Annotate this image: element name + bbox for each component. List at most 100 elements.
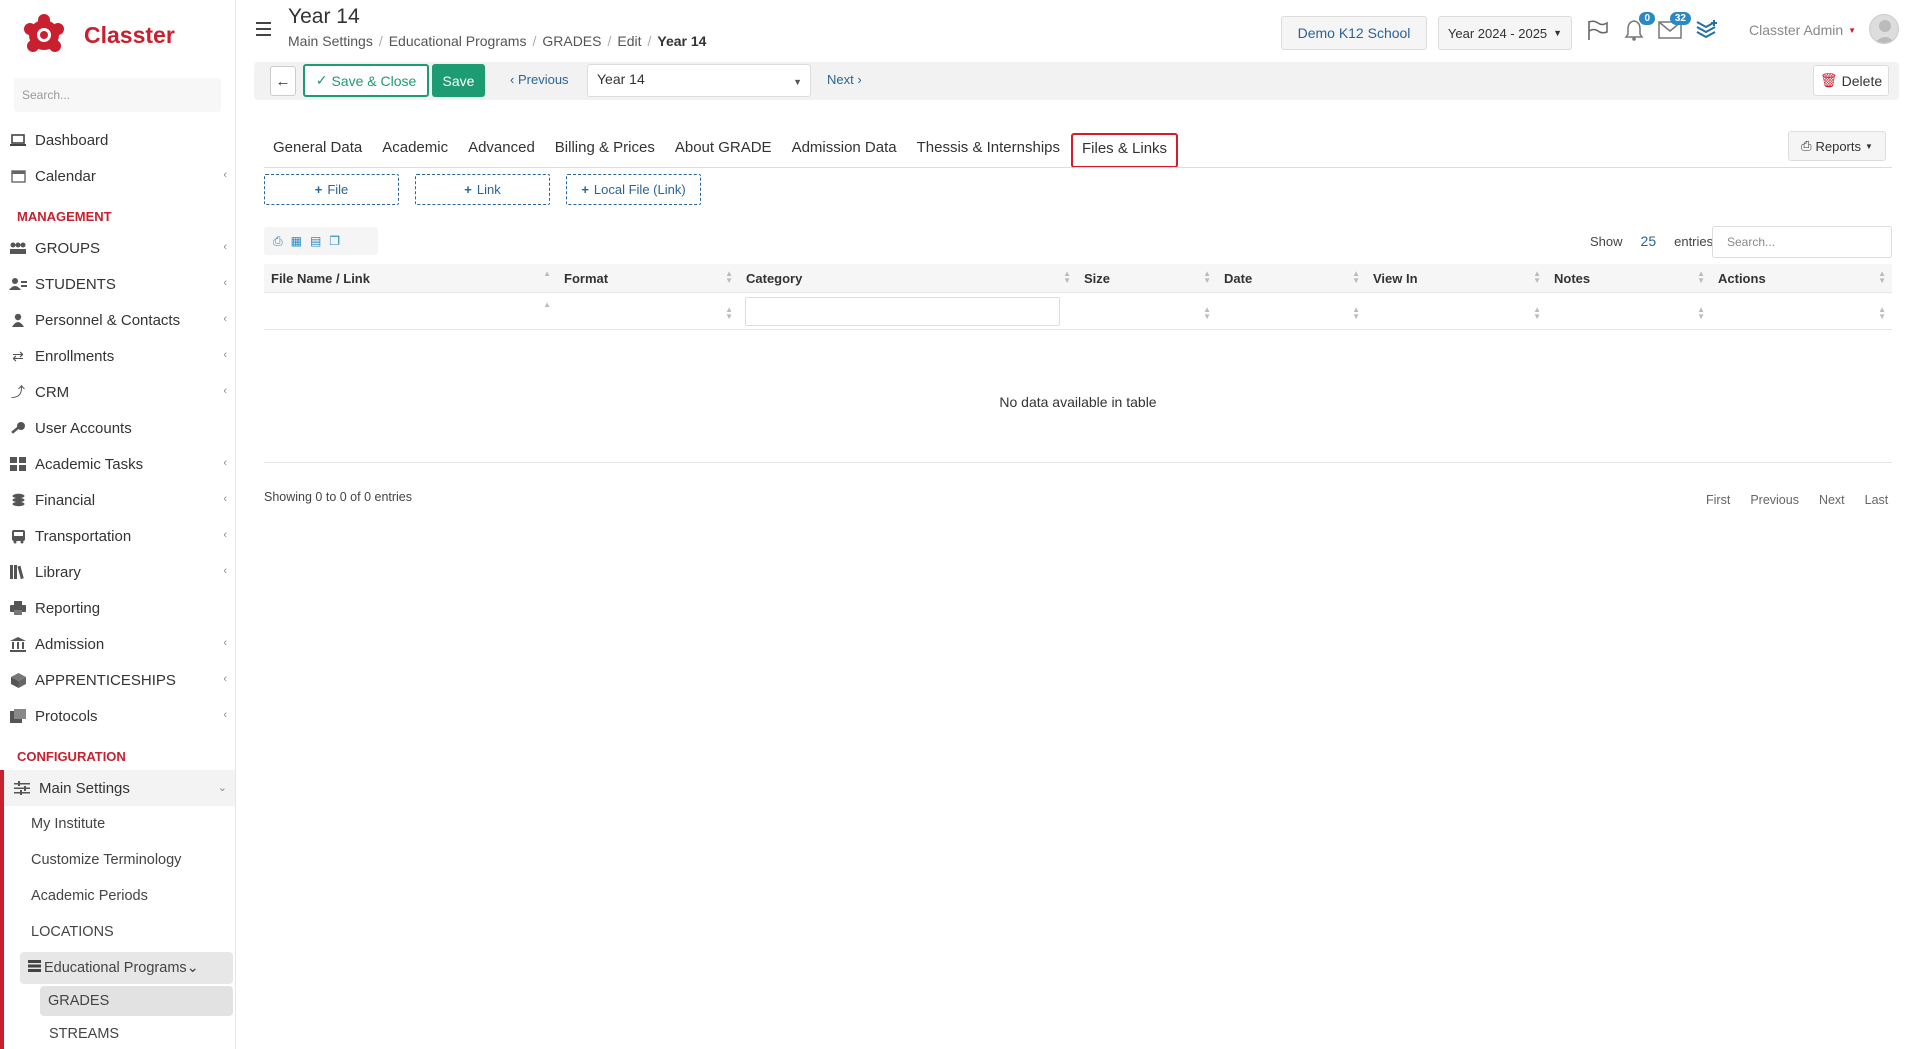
print-icon[interactable]: ⎙ [273,234,283,249]
reports-button[interactable]: ⎙ Reports ▼ [1788,131,1886,161]
add-link-label: Link [476,182,501,197]
back-button[interactable]: ← [270,66,296,96]
sidebar-item-students[interactable]: STUDENTS ‹ [0,266,235,302]
breadcrumb-item[interactable]: GRADES [542,33,601,49]
app-name: Classter [84,21,175,48]
excel-icon[interactable]: ▦ [291,234,302,248]
sidebar-item-academic-periods[interactable]: Academic Periods [4,878,235,914]
add-file-button[interactable]: + File [264,174,399,205]
sidebar-item-label: Dashboard [35,131,109,149]
tab-academic[interactable]: Academic [373,133,457,168]
sidebar-item-transportation[interactable]: Transportation ‹ [0,518,235,554]
tab-files-links[interactable]: Files & Links [1071,133,1179,168]
sidebar-item-label: Library [35,563,81,581]
next-button[interactable]: Next › [827,72,862,87]
tab-advanced[interactable]: Advanced [459,133,544,168]
column-header[interactable]: View In ▲ ▼ [1366,264,1547,292]
sliders-icon [13,780,31,796]
sidebar-item-my-institute[interactable]: My Institute [4,806,235,842]
entries-select[interactable]: 25 [1641,233,1657,249]
hamburger-menu-icon[interactable] [256,22,271,40]
table-search-input[interactable]: Search... [1712,226,1892,258]
sidebar-item-label: User Accounts [35,419,132,437]
files-table: File Name / Link ▲ Format ▲ ▼ Category ▲ ▼ Si… [264,264,1892,463]
sidebar-item-apprenticeships[interactable]: APPRENTICESHIPS ‹ [0,662,235,698]
year-selector[interactable]: Year 2024 - 2025 ▼ [1438,16,1572,50]
user-menu[interactable]: Classter Admin ▼ [1749,22,1856,38]
sidebar-item-main-settings[interactable]: Main Settings ⌄ [4,770,235,806]
sidebar-item-protocols[interactable]: Protocols ‹ [0,698,235,734]
sidebar-item-groups[interactable]: GROUPS ‹ [0,230,235,266]
column-header[interactable]: File Name / Link ▲ [264,264,557,292]
filter-cell: ▲ [264,293,557,329]
tab-thessis-internships[interactable]: Thessis & Internships [908,133,1069,168]
tab-general-data[interactable]: General Data [264,133,371,168]
bell-icon[interactable]: 0 [1621,12,1655,42]
breadcrumb-item[interactable]: Edit [617,33,641,49]
sidebar-item-user-accounts[interactable]: User Accounts [0,410,235,446]
sidebar-item-academic-tasks[interactable]: Academic Tasks ‹ [0,446,235,482]
chevron-left-icon: ‹ [223,457,227,469]
mail-icon[interactable]: 32 [1657,12,1691,42]
sidebar-item-financial[interactable]: Financial ‹ [0,482,235,518]
save-button[interactable]: Save [432,64,485,97]
school-selector[interactable]: Demo K12 School [1281,16,1427,50]
pagination-last[interactable]: Last [1865,493,1889,507]
previous-button[interactable]: ‹ Previous [510,72,569,87]
column-header[interactable]: Date ▲ ▼ [1217,264,1366,292]
column-header[interactable]: Format ▲ ▼ [557,264,739,292]
pagination-previous[interactable]: Previous [1750,493,1799,507]
breadcrumb-item[interactable]: Educational Programs [389,33,527,49]
logo[interactable]: Classter [0,0,235,70]
category-filter-input[interactable] [745,297,1060,326]
csv-icon[interactable]: ▤ [310,234,321,248]
record-tabs: General Data Academic Advanced Billing &… [264,133,1180,168]
sort-icon: ▲ ▼ [725,305,733,321]
copy-icon[interactable]: ❐ [329,234,340,248]
sidebar-item-personnel[interactable]: Personnel & Contacts ‹ [0,302,235,338]
sidebar-item-reporting[interactable]: Reporting [0,590,235,626]
add-local-file-button[interactable]: + Local File (Link) [566,174,701,205]
laptop-icon [9,132,27,148]
record-toolbar: ← ✓ Save & Close Save ‹ Previous Year 14… [254,62,1899,100]
column-header[interactable]: Notes ▲ ▼ [1547,264,1711,292]
tab-about-grade[interactable]: About GRADE [666,133,781,168]
plus-icon: + [464,182,472,197]
sidebar-item-streams[interactable]: STREAMS [4,1016,235,1049]
sidebar-item-grades[interactable]: GRADES [40,986,233,1016]
sidebar-search-input[interactable]: Search... [14,78,221,112]
sidebar-item-library[interactable]: Library ‹ [0,554,235,590]
column-header[interactable]: Category ▲ ▼ [739,264,1077,292]
sidebar-item-crm[interactable]: ⤴ CRM ‹ [0,374,235,410]
breadcrumb-item[interactable]: Main Settings [288,33,373,49]
record-select[interactable]: Year 14 ▼ [587,64,811,97]
delete-button[interactable]: 🗑 Delete [1813,65,1889,96]
add-link-button[interactable]: + Link [415,174,550,205]
column-header[interactable]: Actions ▲ ▼ [1711,264,1892,292]
entries-length: Show 25 entries [1590,233,1713,249]
tab-admission-data[interactable]: Admission Data [783,133,906,168]
pagination-next[interactable]: Next [1819,493,1845,507]
chevron-down-icon: ⌄ [186,960,199,976]
column-header[interactable]: Size ▲ ▼ [1077,264,1217,292]
chevron-down-icon: ⌄ [217,782,227,794]
sidebar-item-enrollments[interactable]: ⇄ Enrollments ‹ [0,338,235,374]
caret-down-icon: ▼ [1848,25,1857,35]
avatar[interactable] [1869,14,1899,44]
sidebar-item-dashboard[interactable]: Dashboard [0,122,235,158]
chevron-left-icon: ‹ [223,313,227,325]
pagination-first[interactable]: First [1706,493,1730,507]
sidebar-item-locations[interactable]: LOCATIONS [4,914,235,950]
chevron-left-icon: ‹ [223,349,227,361]
sidebar-item-educational-programs[interactable]: Educational Programs ⌄ [20,952,233,984]
sidebar-item-customize-terminology[interactable]: Customize Terminology [4,842,235,878]
sidebar-item-label: Enrollments [35,347,115,365]
flag-icon[interactable] [1584,18,1610,42]
layers-plus-icon[interactable] [1694,18,1720,42]
management-section-title: MANAGEMENT [17,209,112,224]
save-close-button[interactable]: ✓ Save & Close [303,64,429,97]
sidebar-item-calendar[interactable]: Calendar ‹ [0,158,235,194]
sidebar-item-admission[interactable]: Admission ‹ [0,626,235,662]
chevron-left-icon: ‹ [223,241,227,253]
tab-billing-prices[interactable]: Billing & Prices [546,133,664,168]
